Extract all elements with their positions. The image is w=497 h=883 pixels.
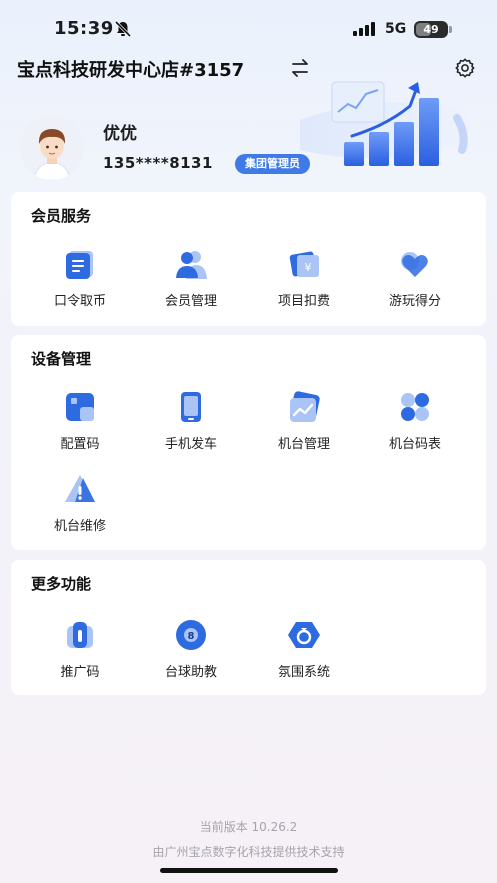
bell-off-icon xyxy=(114,20,132,38)
menu-item-member-management[interactable]: 会员管理 xyxy=(141,247,241,317)
menu-item-billiards-coach[interactable]: 8 台球助教 xyxy=(141,618,241,688)
menu-item-command-coins[interactable]: 口令取币 xyxy=(30,247,130,317)
menu-item-atmosphere-system[interactable]: 氛围系统 xyxy=(254,618,354,688)
users-icon xyxy=(176,251,207,279)
menu-item-label: 机台码表 xyxy=(388,437,441,452)
clover-icon xyxy=(401,393,429,421)
avatar[interactable] xyxy=(20,116,84,180)
menu-item-label: 配置码 xyxy=(60,437,100,452)
menu-item-label: 口令取币 xyxy=(53,294,106,309)
user-phone: 135****8131 xyxy=(103,154,213,172)
network-label: 5G xyxy=(385,21,407,37)
menu-item-label: 推广码 xyxy=(60,665,100,680)
phone-icon xyxy=(181,392,201,422)
section-title: 更多功能 xyxy=(31,575,92,593)
battery-cap xyxy=(449,26,452,33)
menu-item-label: 会员管理 xyxy=(164,294,217,309)
heart-icon xyxy=(401,252,428,277)
menu-item-label: 氛围系统 xyxy=(277,665,330,680)
menu-item-config-code[interactable]: 配置码 xyxy=(30,390,130,460)
menu-item-machine-repair[interactable]: 机台维修 xyxy=(30,472,130,542)
signal-icon xyxy=(353,22,375,36)
billiard-ball-icon: 8 xyxy=(176,620,206,650)
menu-item-label: 游玩得分 xyxy=(388,294,441,309)
device-management-card: 设备管理 配置码 手机发车 机台管理 机台码表 机台维修 xyxy=(11,335,486,550)
ring-hexagon-icon xyxy=(288,622,320,648)
tech-support-credit: 由广州宝点数字化科技提供技术支持 xyxy=(152,845,345,859)
user-name: 优优 xyxy=(103,124,137,144)
menu-item-machine-management[interactable]: 机台管理 xyxy=(254,390,354,460)
user-avatar-icon xyxy=(20,116,84,180)
home-indicator[interactable] xyxy=(160,868,338,873)
status-bar: 15:39 5G 49 xyxy=(0,0,497,58)
yen-card-icon: ¥ xyxy=(289,251,319,277)
store-name[interactable]: 宝点科技研发中心店#3157 xyxy=(17,56,244,82)
svg-text:¥: ¥ xyxy=(305,261,312,274)
section-title: 设备管理 xyxy=(31,350,92,368)
svg-text:8: 8 xyxy=(188,631,195,642)
menu-item-phone-dispatch[interactable]: 手机发车 xyxy=(141,390,241,460)
warning-triangle-icon xyxy=(65,475,95,502)
section-title: 会员服务 xyxy=(31,207,92,225)
battery-icon: 49 xyxy=(414,21,448,38)
menu-item-label: 台球助教 xyxy=(164,665,217,680)
menu-item-label: 项目扣费 xyxy=(277,294,330,309)
growth-chart-illustration xyxy=(300,81,474,166)
member-services-card: 会员服务 口令取币 会员管理 ¥ 项目扣费 游玩得分 xyxy=(11,192,486,326)
menu-item-machine-meter-table[interactable]: 机台码表 xyxy=(365,390,465,460)
chart-card-icon xyxy=(290,391,320,422)
menu-item-label: 机台管理 xyxy=(277,437,330,452)
menu-item-label: 机台维修 xyxy=(53,519,106,534)
menu-item-play-score[interactable]: 游玩得分 xyxy=(365,247,465,317)
role-badge: 集团管理员 xyxy=(235,154,310,174)
menu-item-promo-code[interactable]: 推广码 xyxy=(30,618,130,688)
document-icon xyxy=(66,251,93,279)
promo-icon xyxy=(67,622,93,648)
grid-code-icon xyxy=(66,393,94,421)
menu-item-label: 手机发车 xyxy=(164,437,217,452)
more-features-card: 更多功能 推广码 8 台球助教 氛围系统 xyxy=(11,560,486,695)
battery-percent: 49 xyxy=(423,23,439,36)
status-time: 15:39 xyxy=(54,18,114,39)
menu-item-project-deduction[interactable]: ¥ 项目扣费 xyxy=(254,247,354,317)
app-version: 当前版本 10.26.2 xyxy=(199,820,298,834)
